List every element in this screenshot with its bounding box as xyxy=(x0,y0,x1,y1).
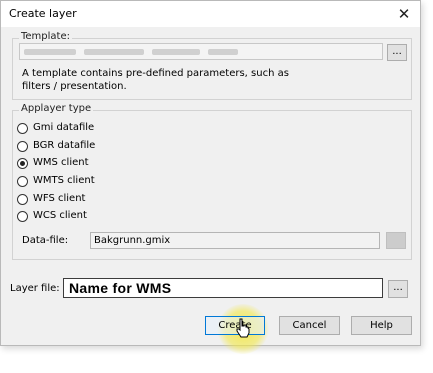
layer-file-input[interactable]: Name for WMS xyxy=(63,278,383,298)
template-field[interactable] xyxy=(19,43,383,60)
template-value-blurred xyxy=(84,49,144,55)
cancel-button[interactable]: Cancel xyxy=(279,316,340,335)
radio-circle-selected[interactable] xyxy=(17,158,28,169)
layer-file-browse-button[interactable]: ... xyxy=(388,280,408,298)
radio-label: Gmi datafile xyxy=(33,122,95,133)
template-value-blurred xyxy=(24,49,76,55)
radio-label: BGR datafile xyxy=(33,140,96,151)
template-value-blurred xyxy=(152,49,200,55)
radio-label: WCS client xyxy=(33,210,87,221)
help-button[interactable]: Help xyxy=(351,316,412,335)
radio-label: WMTS client xyxy=(33,175,95,186)
datafile-label: Data-file: xyxy=(22,235,69,246)
create-layer-dialog: Create layer ✕ Template: ... A template … xyxy=(0,0,421,354)
radio-label: WFS client xyxy=(33,193,86,204)
radio-circle[interactable] xyxy=(17,123,28,134)
template-description-line1: A template contains pre-defined paramete… xyxy=(22,68,289,79)
datafile-browse-button xyxy=(386,232,406,249)
template-group-label: Template: xyxy=(19,31,72,42)
layer-file-label: Layer file: xyxy=(10,283,60,294)
radio-circle[interactable] xyxy=(17,194,28,205)
title-bar: Create layer ✕ xyxy=(1,1,420,27)
radio-label: WMS client xyxy=(33,157,89,168)
template-description-line2: filters / presentation. xyxy=(22,81,127,92)
template-group: Template: ... A template contains pre-de… xyxy=(12,31,412,100)
template-browse-button[interactable]: ... xyxy=(387,44,407,61)
layer-type-group-label: Applayer type xyxy=(19,103,94,114)
radio-circle[interactable] xyxy=(17,211,28,222)
template-value-blurred xyxy=(208,49,238,55)
close-icon[interactable]: ✕ xyxy=(392,3,416,25)
hand-cursor-icon xyxy=(236,318,250,338)
window-title: Create layer xyxy=(9,7,77,20)
radio-circle[interactable] xyxy=(17,141,28,152)
radio-selected-dot xyxy=(20,161,25,166)
layer-file-value: Name for WMS xyxy=(69,280,172,296)
datafile-field[interactable]: Bakgrunn.gmix xyxy=(90,232,380,249)
radio-circle[interactable] xyxy=(17,176,28,187)
datafile-value: Bakgrunn.gmix xyxy=(94,235,171,246)
